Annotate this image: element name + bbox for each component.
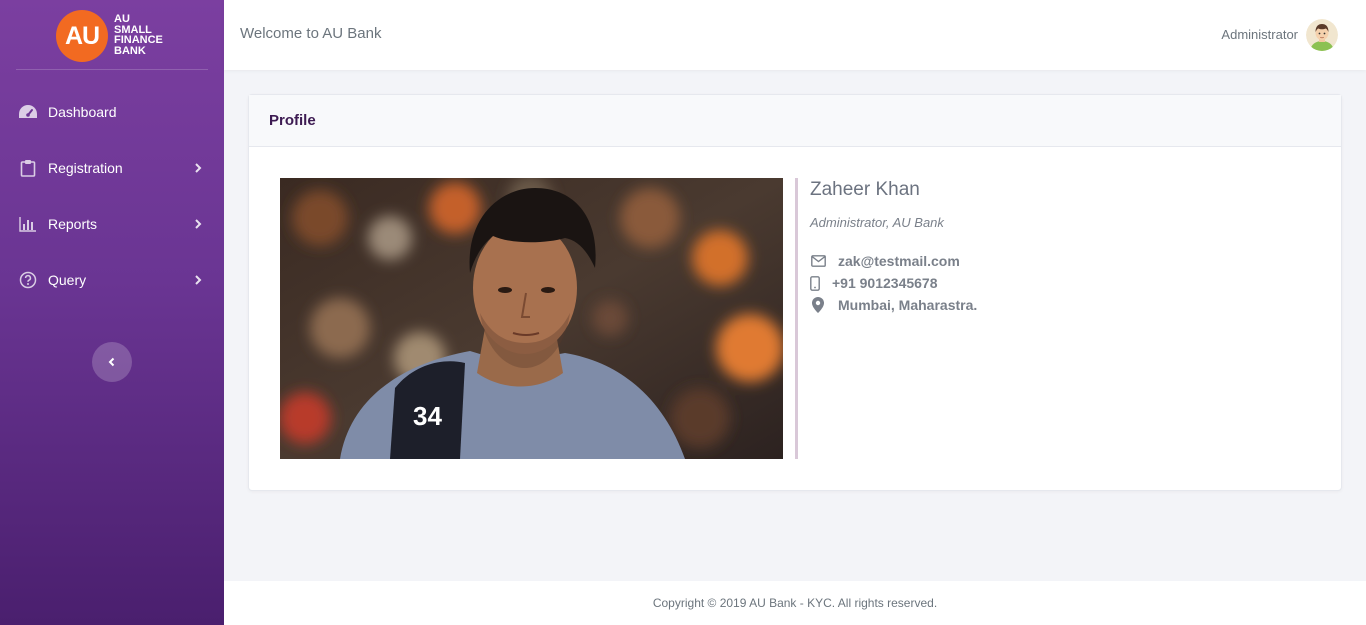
brand[interactable]: AU AU SMALL FINANCE BANK bbox=[0, 0, 224, 70]
chevron-right-icon bbox=[195, 275, 202, 285]
sidebar-item-label: Reports bbox=[48, 216, 98, 232]
chevron-right-icon bbox=[195, 219, 202, 229]
sidebar-item-label: Dashboard bbox=[48, 104, 117, 120]
sidebar-item-query[interactable]: Query bbox=[0, 252, 224, 308]
profile-card: Profile 34 Zaheer Khan Administrator, AU… bbox=[248, 94, 1342, 491]
profile-phone-value: +91 9012345678 bbox=[832, 275, 938, 291]
profile-role: Administrator, AU Bank bbox=[810, 215, 944, 230]
profile-phone: +91 9012345678 bbox=[810, 273, 938, 293]
clipboard-icon bbox=[18, 158, 38, 178]
sidebar-nav: Dashboard Registration Reports Query bbox=[0, 84, 224, 308]
profile-email: zak@testmail.com bbox=[810, 251, 960, 271]
footer: Copyright © 2019 AU Bank - KYC. All righ… bbox=[224, 581, 1366, 625]
sidebar-item-dashboard[interactable]: Dashboard bbox=[0, 84, 224, 140]
profile-name: Zaheer Khan bbox=[810, 179, 920, 200]
envelope-icon bbox=[810, 253, 826, 269]
mobile-phone-icon bbox=[810, 275, 820, 291]
dashboard-icon bbox=[18, 102, 38, 122]
chevron-left-icon bbox=[108, 357, 115, 367]
profile-location: Mumbai, Maharastra. bbox=[810, 295, 977, 315]
profile-location-value: Mumbai, Maharastra. bbox=[838, 297, 978, 313]
avatar[interactable] bbox=[1306, 19, 1338, 51]
copyright-text: Copyright © 2019 AU Bank - KYC. All righ… bbox=[652, 596, 938, 610]
chevron-right-icon bbox=[195, 163, 202, 173]
svg-text:34: 34 bbox=[413, 401, 442, 431]
sidebar-item-label: Registration bbox=[48, 160, 123, 176]
bank-logo-text: AU SMALL FINANCE BANK bbox=[114, 13, 163, 57]
bank-logo-mark: AU bbox=[56, 10, 108, 62]
card-title: Profile bbox=[249, 95, 1341, 147]
brand-divider bbox=[16, 69, 208, 70]
sidebar-collapse-button[interactable] bbox=[92, 342, 132, 382]
profile-photo: 34 bbox=[280, 178, 783, 459]
question-circle-icon bbox=[18, 270, 38, 290]
sidebar: AU AU SMALL FINANCE BANK Dashboard Regis… bbox=[0, 0, 224, 625]
sidebar-item-registration[interactable]: Registration bbox=[0, 140, 224, 196]
profile-divider bbox=[795, 178, 798, 459]
sidebar-item-label: Query bbox=[48, 272, 87, 288]
map-marker-icon bbox=[810, 297, 826, 313]
sidebar-item-reports[interactable]: Reports bbox=[0, 196, 224, 252]
top-header: Welcome to AU Bank Administrator bbox=[224, 0, 1366, 70]
bar-chart-icon bbox=[18, 214, 38, 234]
welcome-text: Welcome to AU Bank bbox=[240, 25, 382, 42]
user-name[interactable]: Administrator bbox=[1221, 27, 1298, 42]
profile-email-value[interactable]: zak@testmail.com bbox=[838, 253, 960, 269]
